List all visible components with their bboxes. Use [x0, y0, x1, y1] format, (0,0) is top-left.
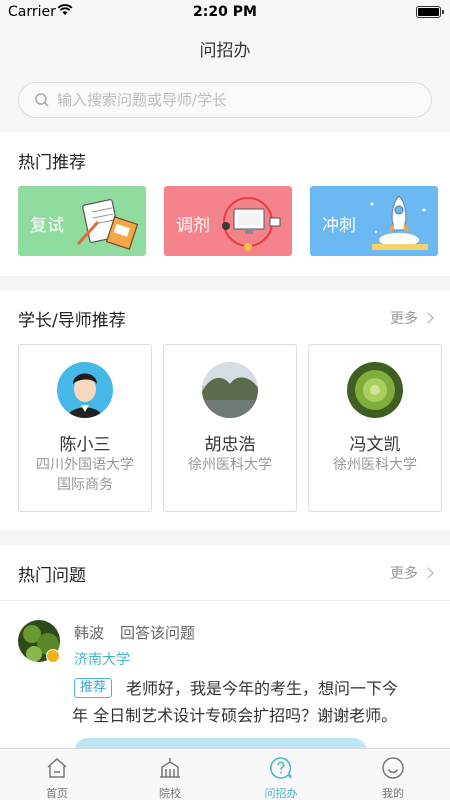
section-title: 热门问题 [18, 566, 86, 586]
mentor-school: 四川外国语大学 国际商务 [19, 455, 151, 495]
section-title: 学长/导师推荐 [18, 311, 126, 331]
tab-profile[interactable]: 我的 [348, 749, 438, 800]
mentor-name: 冯文凯 [349, 435, 401, 455]
tab-home[interactable]: 首页 [12, 749, 102, 800]
card-label: 复试 [30, 216, 64, 236]
tab-label: 首页 [46, 787, 68, 800]
chevron-right-icon [422, 567, 434, 579]
hot-questions-section: 热门问题 更多 韩波 回答该问题 济南大学 推荐 老师好，我是今年的考生，想问一… [0, 545, 450, 752]
mentor-list: 陈小三 四川外国语大学 国际商务 胡忠浩 徐州医科大学 冯文凯 徐州医科大学 [18, 344, 442, 512]
card-retest[interactable]: 复试 [18, 186, 146, 256]
tab-ask-admissions[interactable]: 问招办 [236, 749, 326, 800]
mentor-name: 胡忠浩 [204, 435, 256, 455]
search-input[interactable] [57, 83, 417, 117]
card-label: 冲刺 [322, 216, 356, 236]
mentor-card[interactable]: 胡忠浩 徐州医科大学 [163, 344, 297, 512]
more-label: 更多 [390, 566, 418, 582]
answer-action[interactable]: 回答该问题 [120, 622, 195, 643]
chevron-right-icon [422, 312, 434, 324]
verified-badge-icon [46, 649, 60, 663]
mentor-card[interactable]: 冯文凯 徐州医科大学 [308, 344, 442, 512]
rocket-icon [370, 195, 428, 250]
card-sprint[interactable]: 冲刺 [310, 186, 438, 256]
mentor-major-line: 国际商务 [57, 477, 113, 493]
card-adjust[interactable]: 调剂 [164, 186, 292, 256]
computer-icon [222, 197, 281, 251]
mentor-card[interactable]: 陈小三 四川外国语大学 国际商务 [18, 344, 152, 512]
mentor-recommend-section: 学长/导师推荐 更多 陈小三 四川外国语大学 国际商务 胡忠浩 徐州医科大学 冯… [0, 290, 450, 530]
hot-recommend-section: 热门推荐 复试 调剂 冲刺 [0, 132, 450, 276]
avatar [57, 362, 113, 418]
clock: 2:20 PM [193, 4, 257, 20]
card-label: 调剂 [176, 216, 210, 236]
answerer-name[interactable]: 韩波 [74, 622, 104, 643]
profile-icon [382, 757, 404, 779]
questions-more-link[interactable]: 更多 [390, 563, 434, 583]
hot-cards: 复试 调剂 冲刺 [18, 186, 438, 256]
mentor-school: 徐州医科大学 [309, 455, 441, 475]
avatar [347, 362, 403, 418]
tab-label: 院校 [159, 787, 181, 800]
question-text-line[interactable]: 年 全日制艺术设计专硕会扩招吗？谢谢老师。 [72, 702, 432, 729]
home-icon [47, 757, 67, 778]
avatar [202, 362, 258, 418]
mentor-name: 陈小三 [59, 435, 111, 455]
school-icon [160, 758, 180, 778]
navigation-bar: 问招办 [0, 24, 450, 70]
tab-label: 我的 [382, 787, 404, 800]
page-title: 问招办 [199, 41, 251, 61]
mentor-school: 徐州医科大学 [164, 455, 296, 475]
more-label: 更多 [390, 311, 418, 327]
question-bubble-icon [270, 757, 292, 779]
divider [0, 600, 450, 601]
mentor-school-line: 徐州医科大学 [188, 457, 272, 473]
status-bar: Carrier 2:20 PM [0, 0, 450, 24]
notebook-pencil-icon [76, 199, 139, 250]
tab-bar: 首页 院校 问招办 我的 [0, 748, 450, 800]
search-icon [35, 93, 49, 107]
mentors-more-link[interactable]: 更多 [390, 308, 434, 328]
section-title: 热门推荐 [18, 153, 86, 173]
question-text-line[interactable]: 老师好，我是今年的考生，想问一下今 [74, 675, 432, 702]
mentor-school-line: 四川外国语大学 [36, 457, 134, 473]
mentor-school-line: 徐州医科大学 [333, 457, 417, 473]
search-box[interactable] [18, 82, 432, 118]
search-area [0, 70, 450, 130]
tab-label: 问招办 [264, 787, 298, 800]
answerer-school: 济南大学 [74, 652, 130, 668]
tab-schools[interactable]: 院校 [125, 749, 215, 800]
battery-icon [416, 6, 444, 18]
